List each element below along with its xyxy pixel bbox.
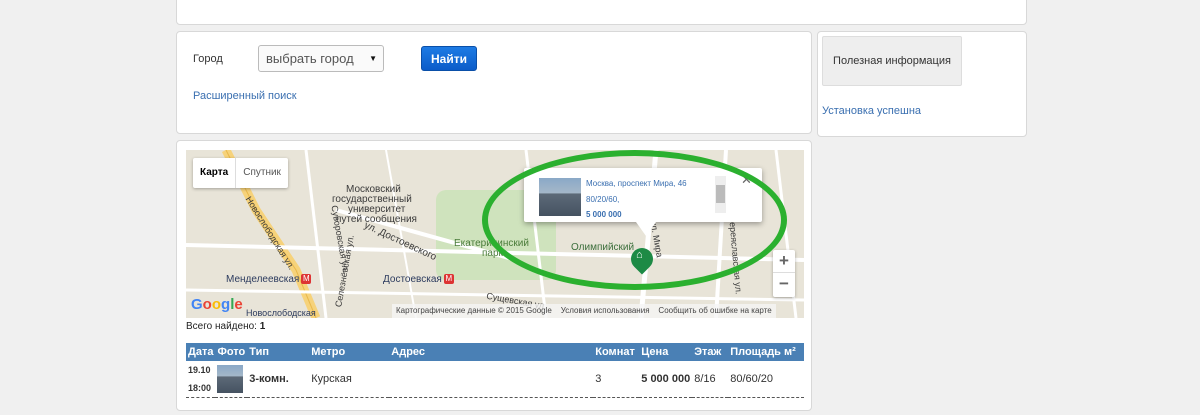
row-price: 5 000 000 <box>639 361 693 398</box>
found-count: Всего найдено: 1 <box>186 321 265 332</box>
row-floor: 8/16 <box>692 361 729 398</box>
row-photo[interactable] <box>217 365 244 393</box>
metro-icon: М <box>301 274 312 285</box>
metro-label: Новослободская <box>246 308 316 318</box>
row-date-time: 18:00 <box>188 383 212 393</box>
col-photo: Фото <box>215 343 248 361</box>
map-label: Олимпийский <box>571 242 635 253</box>
col-type[interactable]: Тип <box>247 343 310 361</box>
popup-area-link[interactable]: 80/20/60, <box>586 195 619 204</box>
find-button[interactable]: Найти <box>421 46 477 71</box>
popup-address-link[interactable]: Москва, проспект Мира, 46 <box>586 179 687 188</box>
row-address <box>389 361 594 398</box>
metro-icon: М <box>443 274 454 285</box>
metro-label: Достоевская М <box>383 274 454 285</box>
found-number: 1 <box>259 321 266 332</box>
map-label: парк <box>482 248 503 259</box>
listing-photo[interactable] <box>539 178 581 216</box>
row-rooms: 3 <box>593 361 640 398</box>
city-select-value: выбрать город <box>266 51 354 66</box>
close-icon[interactable]: ✕ <box>741 172 752 188</box>
report-error-link[interactable]: Сообщить об ошибке на карте <box>658 306 771 315</box>
popup-scrollbar-thumb[interactable] <box>716 185 725 203</box>
map-label: путей сообщения <box>336 214 417 225</box>
col-metro[interactable]: Метро <box>309 343 390 361</box>
info-panel: Полезная информация Установка успешна <box>817 31 1027 137</box>
useful-info-button[interactable]: Полезная информация <box>822 36 962 86</box>
table-header: Дата Фото Тип Метро Адрес Комнат Цена Эт… <box>186 343 804 361</box>
row-photo-cell <box>215 361 248 398</box>
advanced-search-link[interactable]: Расширенный поиск <box>193 90 297 102</box>
map-type-satellite-button[interactable]: Спутник <box>236 158 288 188</box>
results-table: Дата Фото Тип Метро Адрес Комнат Цена Эт… <box>186 343 804 398</box>
search-panel: Город выбрать город ▼ Найти Расширенный … <box>176 31 812 134</box>
table-row[interactable]: 19.10 18:00 3-комн. Курская 3 5 000 000 … <box>186 361 804 398</box>
popup-tail <box>636 222 656 236</box>
row-area: 80/60/20 <box>728 361 804 398</box>
col-area[interactable]: Площадь м² <box>728 343 804 361</box>
row-metro: Курская <box>309 361 390 398</box>
col-date[interactable]: Дата <box>186 343 216 361</box>
found-label: Всего найдено: <box>186 321 257 332</box>
city-select[interactable]: выбрать город ▼ <box>258 45 384 72</box>
terms-link[interactable]: Условия использования <box>561 306 650 315</box>
chevron-down-icon: ▼ <box>369 54 377 63</box>
top-panel <box>176 0 1027 25</box>
map[interactable]: Карта Спутник Московский государственный… <box>186 150 804 318</box>
map-type-map-button[interactable]: Карта <box>193 158 237 188</box>
col-price[interactable]: Цена <box>639 343 693 361</box>
install-status-link[interactable]: Установка успешна <box>822 105 921 117</box>
copyright-data: Картографические данные © 2015 Google <box>396 306 552 315</box>
zoom-in-button[interactable]: + <box>773 250 795 273</box>
map-copyright: Картографические данные © 2015 Google Ус… <box>392 304 776 318</box>
popup-price: 5 000 000 <box>586 210 622 219</box>
col-floor[interactable]: Этаж <box>692 343 729 361</box>
map-type-switch: Карта Спутник <box>193 158 288 188</box>
city-label: Город <box>193 53 223 65</box>
google-logo: Google <box>191 296 243 313</box>
metro-label: Менделеевская М <box>226 274 312 285</box>
col-rooms[interactable]: Комнат <box>593 343 640 361</box>
row-date-day: 19.10 <box>188 365 211 375</box>
popup-scrollbar[interactable] <box>715 176 726 213</box>
row-type: 3-комн. <box>247 361 310 398</box>
results-panel: Карта Спутник Московский государственный… <box>176 140 812 411</box>
house-icon: ⌂ <box>636 249 643 261</box>
listing-popup: Москва, проспект Мира, 46 80/20/60, 5 00… <box>524 168 762 236</box>
row-date: 19.10 18:00 <box>186 361 216 398</box>
zoom-control: + − <box>773 250 795 297</box>
zoom-out-button[interactable]: − <box>773 273 795 296</box>
col-address[interactable]: Адрес <box>389 343 594 361</box>
